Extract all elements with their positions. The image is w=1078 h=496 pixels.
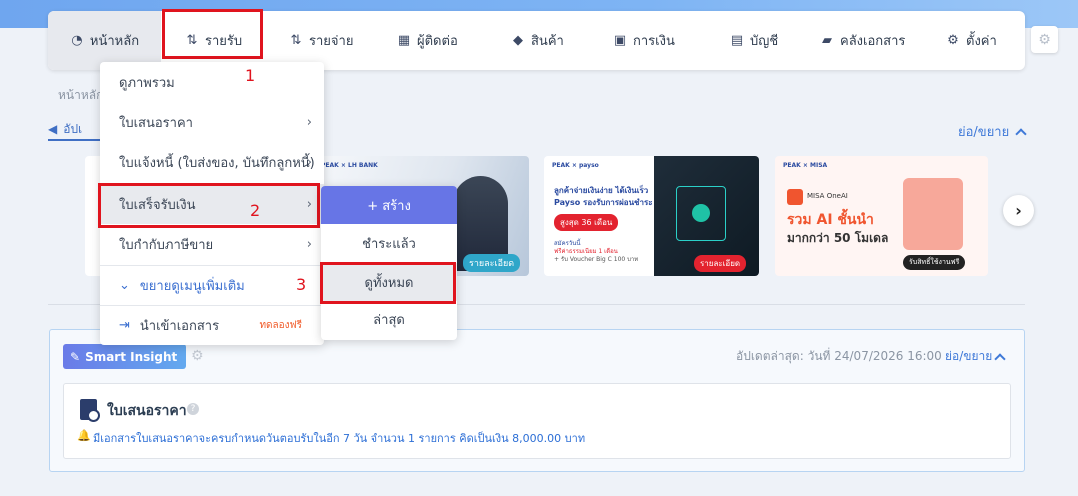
last-updated-text: อัปเดตล่าสุด: วันที่ 24/07/2026 16:00 [736, 349, 942, 363]
megaphone-icon: ◀ [48, 122, 58, 136]
gear-icon[interactable]: ⚙ [191, 348, 204, 364]
quick-settings-button[interactable]: ⚙ [1031, 26, 1058, 53]
menu-item-tax-invoice[interactable]: ใบกำกับภาษีขาย › [100, 224, 324, 264]
menu-import-documents[interactable]: ⇥ นำเข้าเอกสาร ทดลองฟรี [100, 305, 324, 345]
tab-underline [48, 139, 108, 141]
menu-item-overview[interactable]: ดูภาพรวม [100, 62, 324, 102]
details-button[interactable]: รายละเอียด [463, 254, 521, 272]
menu-item-invoice[interactable]: ใบแจ้งหนี้ (ใบส่งของ, บันทึกลูกหนี้) › [100, 142, 324, 182]
insight-card [63, 383, 1011, 459]
bell-icon: 🔔 [77, 429, 91, 442]
chevron-right-icon: › [306, 155, 312, 170]
free-trial-badge: ทดลองฟรี [259, 320, 302, 331]
smart-insight-badge: ✎ Smart Insight [63, 344, 186, 369]
highlight-box-receipt [98, 183, 320, 228]
banner-payso[interactable]: PEAK × payso ลูกค้าจ่ายเงินง่าย ได้เงินเ… [544, 156, 759, 276]
gear-icon: ⚙ [947, 33, 959, 48]
document-icon [80, 399, 100, 422]
submenu-item-paid[interactable]: ชำระแล้ว [321, 224, 457, 262]
menu-item-quotation[interactable]: ใบเสนอราคา › [100, 102, 324, 142]
money-icon: ▣ [613, 33, 627, 48]
nav-finance[interactable]: ▣ การเงิน [613, 11, 675, 70]
create-button[interactable]: + สร้าง [321, 186, 457, 224]
folder-icon: ▰ [822, 33, 832, 48]
menu-expand-more[interactable]: ⌄ ขยายดูเมนูเพิ่มเติม [100, 265, 324, 305]
submenu-item-latest[interactable]: ล่าสุด [321, 300, 457, 338]
insight-card-title: ใบเสนอราคา [107, 403, 187, 419]
banner-misa[interactable]: PEAK × MISA MISA OneAI รวม AI ชั้นนำ มาก… [775, 156, 988, 276]
highlight-box-income [162, 9, 263, 59]
highlight-box-view-all [320, 262, 456, 304]
annotation-step-2: 2 [250, 201, 261, 220]
annotation-step-3: 3 [296, 275, 307, 294]
insight-alert-link[interactable]: มีเอกสารใบเสนอราคาจะครบกำหนดวันตอบรับในอ… [93, 429, 585, 447]
dashboard-icon: ◔ [71, 33, 83, 48]
nav-accounting[interactable]: ▤ บัญชี [730, 11, 778, 70]
help-icon[interactable]: ? [187, 403, 199, 415]
chevron-right-icon: › [306, 115, 312, 130]
nav-documents[interactable]: ▰ คลังเอกสาร [820, 11, 905, 70]
chevron-right-icon: › [306, 237, 312, 252]
chevron-up-icon [994, 353, 1006, 365]
ledger-icon: ▤ [730, 33, 744, 48]
gear-icon: ⚙ [1038, 31, 1051, 48]
expense-icon: ⇅ [290, 33, 302, 48]
chevron-up-icon [1015, 128, 1027, 140]
chevron-right-icon: › [1015, 201, 1022, 220]
magic-wand-icon: ✎ [70, 349, 81, 364]
contacts-icon: ▦ [397, 33, 411, 48]
carousel-next-button[interactable]: › [1003, 195, 1034, 226]
details-button[interactable]: รายละเอียด [694, 255, 747, 272]
nav-products[interactable]: ◆ สินค้า [511, 11, 564, 70]
laptop-illustration [903, 178, 963, 250]
misa-logo-icon [787, 189, 803, 205]
claim-free-button[interactable]: รับสิทธิ์ใช้งานฟรี [903, 255, 966, 270]
nav-contacts[interactable]: ▦ ผู้ติดต่อ [397, 11, 458, 70]
tab-announcements[interactable]: ◀ อัปเ [48, 118, 82, 140]
chevron-down-icon: ⌄ [119, 277, 130, 293]
collapse-toggle[interactable]: ย่อ/ขยาย [958, 121, 1027, 142]
import-icon: ⇥ [119, 317, 130, 333]
breadcrumb: หน้าหลัก [58, 88, 104, 102]
annotation-step-1: 1 [245, 66, 256, 85]
box-icon: ◆ [513, 33, 523, 48]
nav-settings[interactable]: ⚙ ตั้งค่า [946, 11, 997, 70]
insight-collapse-toggle[interactable]: ย่อ/ขยาย [945, 347, 1006, 366]
